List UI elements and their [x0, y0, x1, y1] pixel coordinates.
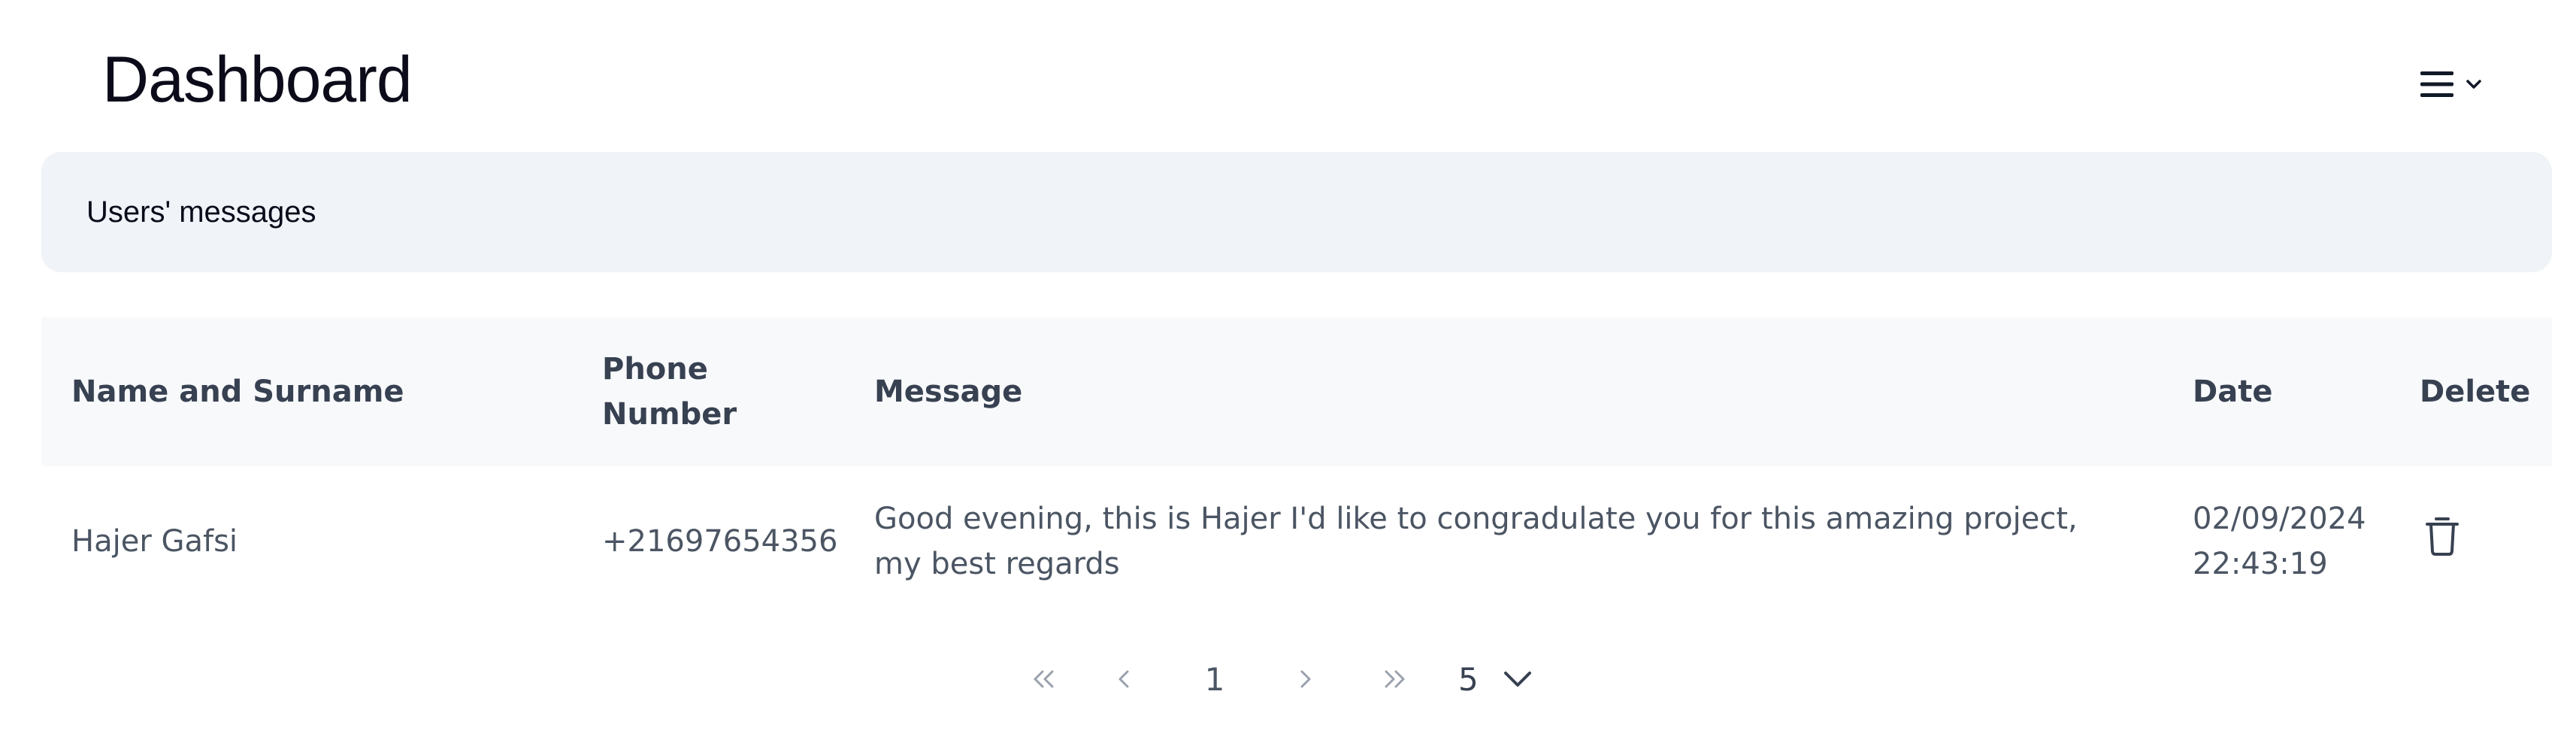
column-header-name: Name and Surname [71, 375, 404, 409]
chevron-right-icon [1300, 670, 1311, 688]
messages-table: Name and Surname Phone Number Message Da… [41, 317, 2552, 617]
top-bar: Dashboard [0, 0, 2576, 150]
previous-page-button[interactable] [1079, 653, 1170, 705]
section-banner: Users' messages [41, 152, 2552, 272]
double-chevron-left-icon [1034, 670, 1054, 688]
section-title: Users' messages [86, 196, 316, 229]
trash-icon [2426, 517, 2459, 556]
page-size-select[interactable]: 5 [1458, 653, 1533, 705]
hamburger-icon [2420, 71, 2453, 97]
column-header-delete: Delete [2420, 375, 2531, 409]
page-number-button[interactable]: 1 [1170, 653, 1260, 705]
cell-delete [2390, 466, 2552, 617]
chevron-down-icon [2466, 80, 2481, 89]
column-header-phone: Phone Number [602, 352, 737, 432]
table-header-row: Name and Surname Phone Number Message Da… [41, 317, 2552, 466]
cell-message: Good evening, this is Hajer I'd like to … [874, 502, 2078, 581]
cell-name: Hajer Gafsi [71, 524, 238, 559]
pagination: 1 5 [1007, 653, 1533, 705]
menu-toggle-button[interactable] [2419, 66, 2494, 102]
column-header-message: Message [874, 375, 1023, 409]
next-page-button[interactable] [1260, 653, 1350, 705]
dashboard-page: Dashboard Users' messages Name and Surna… [0, 0, 2576, 746]
cell-date: 02/09/2024 22:43:19 [2193, 502, 2366, 581]
page-size-value: 5 [1458, 660, 1479, 698]
double-chevron-right-icon [1385, 670, 1405, 688]
chevron-left-icon [1118, 670, 1129, 688]
page-title: Dashboard [102, 44, 413, 116]
delete-button[interactable] [2420, 513, 2465, 558]
first-page-button[interactable] [1007, 653, 1079, 705]
last-page-button[interactable] [1350, 653, 1440, 705]
column-header-date: Date [2193, 375, 2273, 409]
chevron-down-icon [1503, 672, 1531, 687]
cell-phone: +21697654356 [602, 524, 838, 559]
table-row: Hajer Gafsi +21697654356 Good evening, t… [41, 466, 2552, 617]
